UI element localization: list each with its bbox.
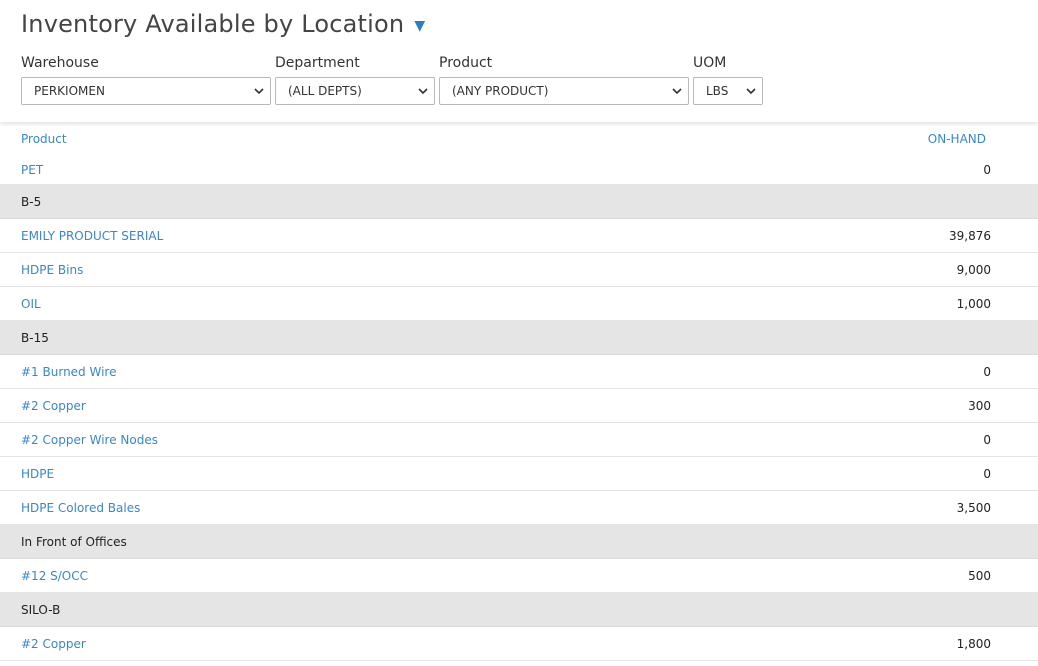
table-row: HDPE Colored Bales 3,500 [0,491,1038,525]
department-label: Department [275,55,360,71]
location-group-row: B-15 [0,321,1038,355]
table-row: HDPE 0 [0,457,1038,491]
column-header-on-hand[interactable]: ON-HAND [928,132,986,146]
table-row: #2 Copper 1,800 [0,627,1038,661]
product-link[interactable]: PET [21,163,43,177]
table-row: EMILY PRODUCT SERIAL 39,876 [0,219,1038,253]
product-link[interactable]: HDPE [21,467,54,481]
table-row: #12 S/OCC 500 [0,559,1038,593]
warehouse-filter: Warehouse PERKIOMEN [21,54,271,105]
location-group-row: In Front of Offices [0,525,1038,559]
chevron-down-icon [746,88,756,95]
warehouse-label: Warehouse [21,55,99,71]
on-hand-value: 500 [968,568,991,583]
page-title: Inventory Available by Location [21,10,405,38]
department-filter: Department (ALL DEPTS) [275,54,435,105]
on-hand-value: 1,800 [956,636,991,651]
caret-down-icon[interactable]: ▼ [414,18,425,34]
table-row: OIL 1,000 [0,287,1038,321]
product-link[interactable]: HDPE Bins [21,263,83,277]
product-label: Product [439,55,493,71]
title-row: Inventory Available by Location ▼ [21,10,425,38]
product-link[interactable]: EMILY PRODUCT SERIAL [21,229,163,243]
uom-value: LBS [706,84,729,98]
column-header-product[interactable]: Product [21,132,67,146]
uom-select[interactable]: LBS [693,77,763,105]
uom-filter: UOM LBS [693,54,763,105]
product-link[interactable]: #2 Copper Wire Nodes [21,433,158,447]
department-select[interactable]: (ALL DEPTS) [275,77,435,105]
on-hand-value: 0 [983,466,991,481]
product-select[interactable]: (ANY PRODUCT) [439,77,689,105]
on-hand-value: 9,000 [956,262,991,277]
warehouse-value: PERKIOMEN [34,84,105,98]
table-row: #1 Burned Wire 0 [0,355,1038,389]
table-row: #2 Copper Wire Nodes 0 [0,423,1038,457]
table-row: #2 Copper 300 [0,389,1038,423]
department-value: (ALL DEPTS) [288,84,362,98]
filter-header: Inventory Available by Location ▼ Wareho… [0,0,1038,122]
inventory-table: Product ON-HAND PET 0 B-5 EMILY PRODUCT … [0,122,1038,661]
on-hand-value: 300 [968,398,991,413]
location-group-row: SILO-B [0,593,1038,627]
product-value: (ANY PRODUCT) [452,84,549,98]
product-link[interactable]: #2 Copper [21,637,86,651]
product-link[interactable]: #2 Copper [21,399,86,413]
location-label: In Front of Offices [21,534,127,549]
on-hand-value: 3,500 [956,500,991,515]
warehouse-select[interactable]: PERKIOMEN [21,77,271,105]
product-link[interactable]: OIL [21,297,41,311]
product-filter: Product (ANY PRODUCT) [439,54,689,105]
on-hand-value: 39,876 [949,228,991,243]
product-link[interactable]: #1 Burned Wire [21,365,116,379]
location-label: B-5 [21,194,42,209]
product-link[interactable]: HDPE Colored Bales [21,501,140,515]
on-hand-value: 1,000 [956,296,991,311]
chevron-down-icon [418,88,428,95]
table-row: PET 0 [0,155,1038,185]
location-group-row: B-5 [0,185,1038,219]
on-hand-value: 0 [983,364,991,379]
table-row: HDPE Bins 9,000 [0,253,1038,287]
on-hand-value: 0 [983,162,991,177]
product-link[interactable]: #12 S/OCC [21,569,88,583]
location-label: B-15 [21,330,49,345]
table-header: Product ON-HAND [0,122,1038,155]
location-label: SILO-B [21,602,61,617]
on-hand-value: 0 [983,432,991,447]
chevron-down-icon [672,88,682,95]
uom-label: UOM [693,55,727,71]
chevron-down-icon [254,88,264,95]
